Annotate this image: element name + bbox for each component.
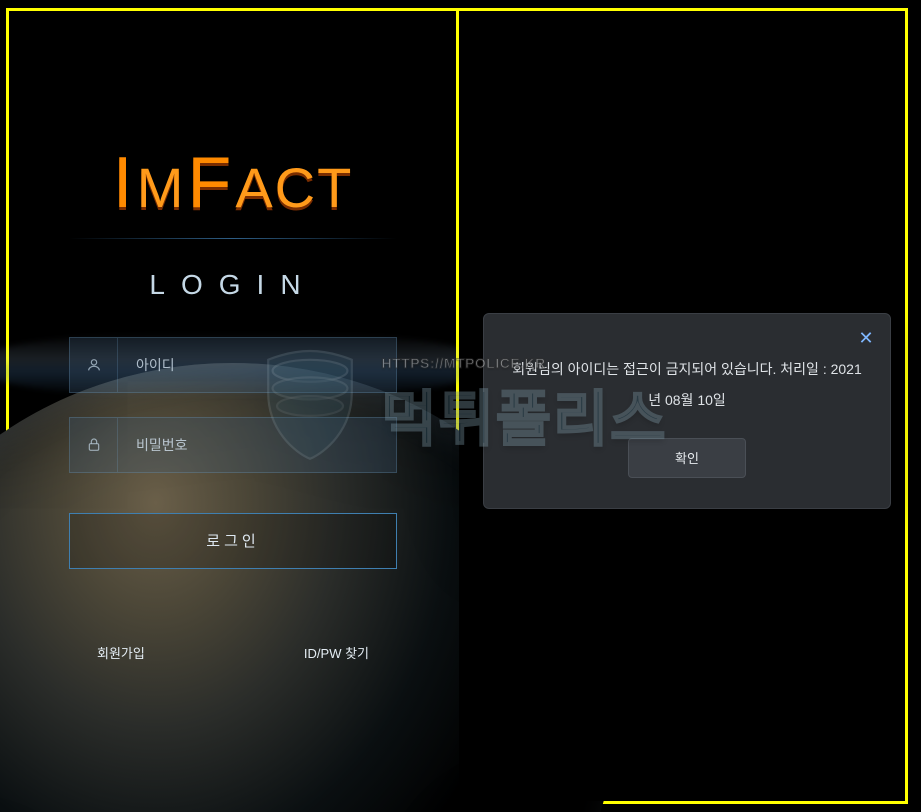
id-field — [69, 337, 397, 393]
signup-link[interactable]: 회원가입 — [97, 643, 145, 662]
find-idpw-link[interactable]: ID/PW 찾기 — [304, 643, 369, 662]
password-input[interactable] — [118, 418, 396, 472]
password-field — [69, 417, 397, 473]
close-icon: ✕ — [858, 328, 873, 348]
user-icon — [70, 338, 118, 392]
login-title: LOGIN — [149, 269, 316, 301]
confirm-wrap: 확인 — [508, 438, 866, 478]
alert-modal: ✕ 회원님의 아이디는 접근이 금지되어 있습니다. 처리일 : 2021년 0… — [483, 313, 891, 509]
confirm-button[interactable]: 확인 — [628, 438, 746, 478]
divider — [69, 238, 397, 239]
id-input[interactable] — [118, 338, 396, 392]
login-column: IMFACT LOGIN — [69, 151, 397, 662]
lock-icon — [70, 418, 118, 472]
brand-logo: IMFACT — [113, 151, 354, 216]
split-frame: IMFACT LOGIN — [6, 8, 908, 804]
close-button[interactable]: ✕ — [852, 324, 880, 352]
alert-pane: ✕ 회원님의 아이디는 접근이 금지되어 있습니다. 처리일 : 2021년 0… — [459, 11, 905, 801]
secondary-links: 회원가입 ID/PW 찾기 — [69, 643, 397, 662]
login-pane: IMFACT LOGIN — [9, 11, 459, 801]
login-button[interactable]: 로그인 — [69, 513, 397, 569]
viewport: IMFACT LOGIN — [0, 0, 921, 812]
alert-message: 회원님의 아이디는 접근이 금지되어 있습니다. 처리일 : 2021년 08월… — [508, 354, 866, 416]
